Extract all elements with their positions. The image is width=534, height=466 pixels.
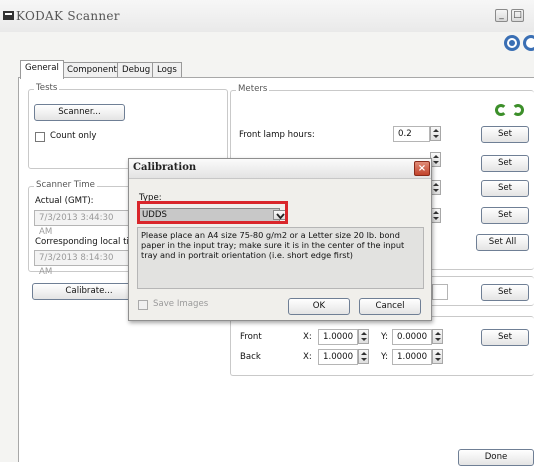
window-title: KODAK Scanner [16, 9, 120, 23]
set-position-button[interactable]: Set [481, 329, 529, 346]
back-label: Back [240, 352, 261, 362]
save-images-label: Save Images [153, 299, 209, 309]
ok-button[interactable]: OK [288, 298, 350, 315]
local-time-label: Corresponding local tim [35, 237, 138, 247]
back-x-label: X: [303, 352, 312, 362]
position-group [230, 316, 534, 376]
tab-general[interactable]: General [20, 60, 64, 79]
local-time-field: 7/3/2013 8:14:30 AM [34, 250, 130, 277]
dialog-title: Calibration [133, 162, 197, 173]
front-x-spinner[interactable] [358, 329, 369, 344]
tests-group [28, 89, 228, 169]
front-x-label: X: [303, 332, 312, 342]
set-button-1[interactable]: Set [481, 126, 529, 143]
minimize-button[interactable]: _ [495, 9, 508, 22]
cancel-button[interactable]: Cancel [359, 298, 421, 315]
info-icon[interactable] [522, 34, 534, 52]
back-y-spinner[interactable] [432, 349, 443, 364]
done-button[interactable]: Done [458, 449, 534, 466]
front-lamp-field[interactable]: 0.2 [393, 126, 430, 142]
set-button-5[interactable]: Set [481, 284, 529, 301]
tab-debug[interactable]: Debug [117, 62, 156, 78]
front-y-field[interactable]: 0.0000 [392, 329, 432, 345]
instructions-text: Please place an A4 size 75-80 g/m2 or a … [137, 227, 424, 289]
front-y-label: Y: [381, 332, 389, 342]
back-x-spinner[interactable] [358, 349, 369, 364]
scanner-time-legend: Scanner Time [34, 180, 97, 190]
scanner-button[interactable]: Scanner... [34, 104, 125, 121]
actual-gmt-field: 7/3/2013 3:44:30 AM [34, 210, 130, 237]
calibration-dialog: Calibration × Type: UDDS Please place an… [128, 158, 432, 321]
help-icon[interactable] [503, 34, 521, 52]
tests-legend: Tests [34, 83, 60, 93]
set-button-3[interactable]: Set [481, 180, 529, 197]
set-all-button[interactable]: Set All [476, 234, 529, 251]
hidden-field[interactable] [432, 284, 448, 300]
count-only-label: Count only [50, 131, 97, 141]
front-lamp-label: Front lamp hours: [239, 130, 315, 140]
count-only-checkbox[interactable] [35, 132, 45, 142]
refresh-icon[interactable] [495, 104, 507, 116]
set-button-2[interactable]: Set [481, 155, 529, 172]
front-label: Front [240, 332, 262, 342]
front-x-field[interactable]: 1.0000 [318, 329, 358, 345]
tab-logs[interactable]: Logs [152, 62, 182, 78]
back-y-field[interactable]: 1.0000 [392, 349, 432, 365]
back-x-field[interactable]: 1.0000 [318, 349, 358, 365]
meters-legend: Meters [236, 84, 270, 94]
back-y-label: Y: [381, 352, 389, 362]
save-images-checkbox[interactable] [138, 300, 148, 310]
tab-component[interactable]: Component [62, 62, 122, 78]
set-button-4[interactable]: Set [481, 207, 529, 224]
maximize-button[interactable]: □ [511, 9, 524, 22]
front-y-spinner[interactable] [432, 329, 443, 344]
dialog-close-button[interactable]: × [414, 161, 430, 176]
front-lamp-spinner[interactable] [430, 126, 441, 141]
type-highlight-box [137, 201, 288, 224]
actual-gmt-label: Actual (GMT): [35, 196, 94, 206]
scanner-app-icon [3, 11, 14, 20]
reset-icon[interactable] [512, 104, 524, 116]
